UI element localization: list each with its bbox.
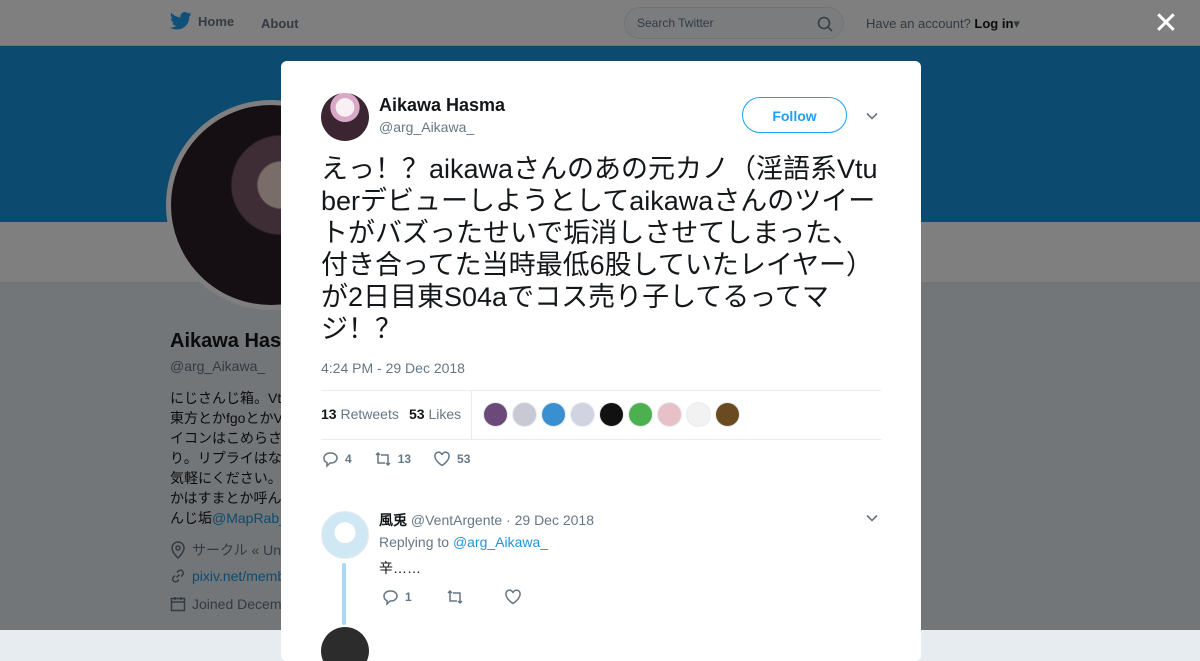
reply-actions: 1 (381, 588, 562, 606)
stats-divider (471, 391, 472, 439)
retweets-label: Retweets (340, 406, 399, 422)
next-reply-avatar[interactable] (321, 627, 369, 661)
heart-icon (434, 451, 450, 467)
liker-avatar[interactable] (715, 402, 740, 427)
tweet-timestamp[interactable]: 4:24 PM - 29 Dec 2018 (321, 360, 465, 376)
reply-retweet-action[interactable] (446, 588, 470, 606)
retweet-icon (447, 589, 463, 605)
liker-avatar[interactable] (483, 402, 508, 427)
liker-avatar[interactable] (686, 402, 711, 427)
liker-avatar[interactable] (541, 402, 566, 427)
reply-reply-count: 1 (405, 590, 412, 604)
liker-avatar[interactable] (512, 402, 537, 427)
like-count: 53 (457, 452, 471, 466)
like-action[interactable]: 53 (433, 450, 470, 468)
likes-label: Likes (428, 406, 462, 422)
liker-avatar[interactable] (570, 402, 595, 427)
heart-icon (504, 589, 521, 605)
reply-author-handle[interactable]: @VentArgente (411, 512, 502, 528)
reply-author-name[interactable]: 風兎 (379, 512, 407, 528)
reply-action[interactable]: 4 (321, 450, 352, 468)
reply-header: 風兎 @VentArgente · 29 Dec 2018 (379, 510, 594, 530)
liker-avatar[interactable] (599, 402, 624, 427)
retweet-icon (375, 451, 391, 467)
tweet-stats: 13 Retweets 53 Likes (321, 390, 881, 440)
reply-like-action[interactable] (504, 588, 528, 606)
retweet-action[interactable]: 13 (374, 450, 411, 468)
tweet-text: えっ！？aikawaさんのあの元カノ（淫語系Vtuberデビューしようとしてai… (321, 154, 878, 344)
liker-avatar[interactable] (657, 402, 682, 427)
close-icon[interactable]: ✕ (1152, 9, 1180, 39)
replying-to-label: Replying to (379, 534, 450, 550)
tweet-actions: 4 13 53 (321, 450, 492, 468)
reply-icon (323, 452, 338, 468)
retweets-count: 13 (321, 406, 337, 422)
tweet-modal: Aikawa Hasma @arg_Aikawa_ Follow えっ！？aik… (281, 61, 921, 661)
author-handle[interactable]: @arg_Aikawa_ (379, 119, 474, 135)
reply-icon (383, 590, 398, 606)
retweets-stat[interactable]: 13 Retweets (321, 406, 399, 422)
reply-reply-action[interactable]: 1 (381, 588, 412, 606)
reply-text: 辛…… (379, 560, 421, 576)
likes-count: 53 (409, 406, 425, 422)
chevron-down-icon[interactable] (865, 109, 879, 123)
replying-to: Replying to @arg_Aikawa_ (379, 534, 548, 550)
chevron-down-icon[interactable] (865, 511, 879, 525)
reply-count: 4 (345, 452, 352, 466)
replying-to-link[interactable]: @arg_Aikawa_ (453, 534, 548, 550)
follow-button[interactable]: Follow (742, 97, 847, 133)
thread-line (342, 563, 346, 625)
retweet-count: 13 (397, 452, 412, 466)
likes-stat[interactable]: 53 Likes (409, 406, 461, 422)
liker-avatars (483, 402, 740, 427)
author-avatar[interactable] (321, 93, 369, 141)
reply-date[interactable]: · 29 Dec 2018 (506, 512, 594, 528)
author-name[interactable]: Aikawa Hasma (379, 95, 505, 116)
reply-avatar[interactable] (321, 511, 369, 559)
liker-avatar[interactable] (628, 402, 653, 427)
